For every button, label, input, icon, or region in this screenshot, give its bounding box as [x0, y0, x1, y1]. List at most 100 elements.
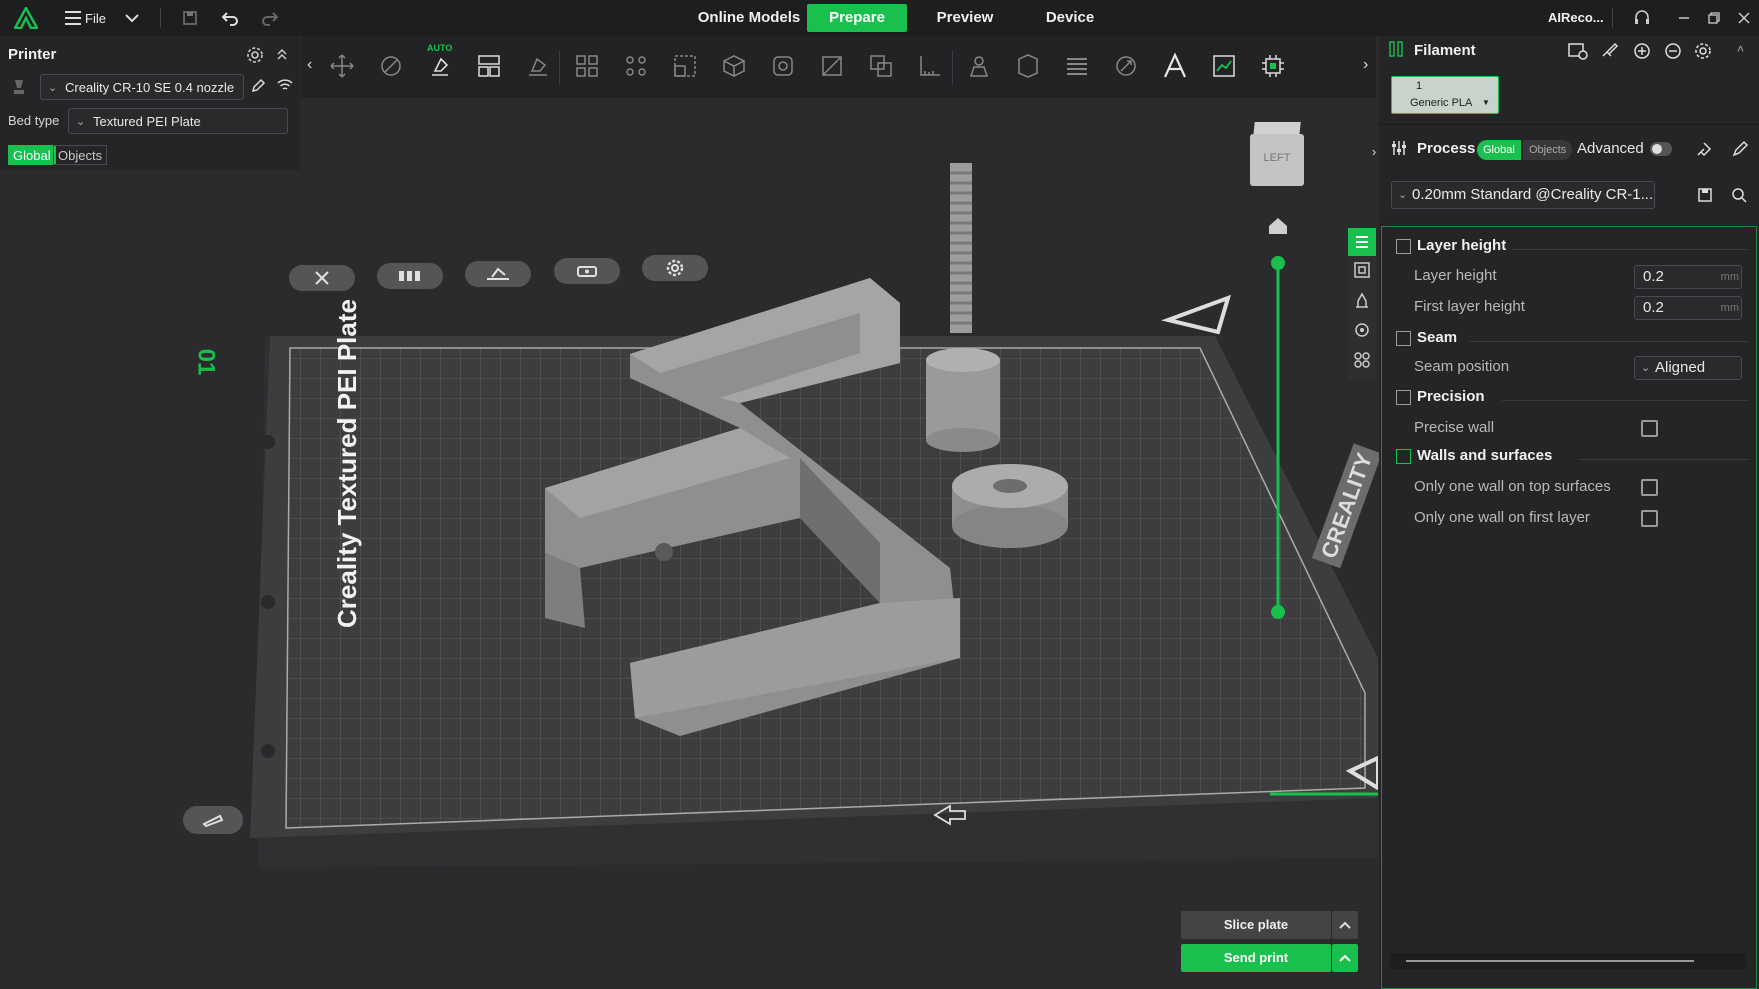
- home-view-icon[interactable]: [1267, 216, 1289, 239]
- slice-all-icon[interactable]: [1256, 49, 1290, 83]
- save-preset-icon[interactable]: [1697, 187, 1713, 206]
- screw-model[interactable]: [926, 163, 1000, 452]
- chevron-down-icon[interactable]: [120, 6, 144, 30]
- slice-options-button[interactable]: [1332, 911, 1358, 939]
- 3d-viewport[interactable]: Creality Textured PEI Plate CREALITY 01 …: [0, 98, 1382, 989]
- toolbar-scroll-right-icon[interactable]: ›: [1363, 56, 1368, 74]
- process-scope-objects[interactable]: Objects: [1523, 140, 1573, 160]
- multi-view-icon[interactable]: [1354, 352, 1370, 371]
- lock-plate-button[interactable]: [554, 258, 620, 284]
- seam-position-select[interactable]: ⌄ Aligned: [1634, 356, 1742, 380]
- tab-preview[interactable]: Preview: [915, 4, 1015, 32]
- delete-plate-button[interactable]: [289, 265, 355, 291]
- horizontal-scrollbar[interactable]: [1390, 953, 1746, 969]
- layer-height-label: Layer height: [1414, 267, 1497, 284]
- tab-prepare[interactable]: Prepare: [807, 4, 907, 32]
- measure-icon[interactable]: [913, 49, 947, 83]
- filament-settings-icon[interactable]: [1694, 42, 1712, 63]
- split-parts-icon[interactable]: [619, 49, 653, 83]
- minimize-icon[interactable]: [1672, 6, 1696, 30]
- creality-triangle-logo: [1161, 294, 1232, 335]
- assembly-icon[interactable]: [1011, 49, 1045, 83]
- chevron-up-icon: [1339, 921, 1351, 929]
- precise-wall-checkbox[interactable]: [1641, 420, 1658, 437]
- one-wall-top-label: Only one wall on top surfaces: [1414, 478, 1611, 495]
- remove-filament-icon[interactable]: [1664, 42, 1682, 63]
- layer-height-input[interactable]: 0.2 mm: [1634, 265, 1742, 289]
- one-wall-top-checkbox[interactable]: [1641, 479, 1658, 496]
- tab-device[interactable]: Device: [1020, 4, 1120, 32]
- split-objects-icon[interactable]: [570, 49, 604, 83]
- first-layer-height-input[interactable]: 0.2 mm: [1634, 296, 1742, 320]
- z-axis-bottom-handle[interactable]: [1271, 605, 1285, 619]
- arrange-icon[interactable]: [472, 49, 506, 83]
- wifi-icon[interactable]: [277, 78, 293, 95]
- plate-icon[interactable]: [1207, 49, 1241, 83]
- orient-plate-button[interactable]: [465, 261, 531, 287]
- seam-section-icon: [1396, 331, 1411, 346]
- search-icon[interactable]: [1731, 187, 1747, 206]
- one-wall-first-checkbox[interactable]: [1641, 510, 1658, 527]
- lay-on-face-icon[interactable]: [521, 49, 555, 83]
- arrange-plate-button[interactable]: [377, 263, 443, 289]
- process-edit-icon[interactable]: [1731, 140, 1749, 161]
- process-preset-select[interactable]: ⌄ 0.20mm Standard @Creality CR-1...: [1391, 181, 1655, 209]
- add-filament-icon[interactable]: [1633, 42, 1651, 63]
- printer-select[interactable]: ⌄ Creality CR-10 SE 0.4 nozzle: [40, 74, 244, 100]
- rotate-icon[interactable]: [374, 49, 408, 83]
- panel-collapse-icon[interactable]: ›: [1367, 136, 1381, 166]
- send-options-button[interactable]: [1332, 944, 1358, 972]
- advanced-toggle[interactable]: [1650, 142, 1672, 156]
- filament-edit-icon[interactable]: [1601, 42, 1619, 63]
- gear-icon[interactable]: [246, 46, 264, 67]
- scrollbar-thumb[interactable]: [1406, 960, 1694, 962]
- washer-model[interactable]: [952, 464, 1068, 548]
- cut-icon[interactable]: [815, 49, 849, 83]
- move-icon[interactable]: [325, 49, 359, 83]
- edit-plate-name-button[interactable]: [183, 806, 243, 834]
- text-icon[interactable]: [1158, 49, 1192, 83]
- auto-orient-icon[interactable]: AUTO: [423, 43, 457, 83]
- edit-icon[interactable]: [250, 78, 266, 97]
- collapse-filament-icon[interactable]: ˄: [1737, 42, 1744, 56]
- process-compare-icon[interactable]: [1695, 140, 1713, 161]
- user-label[interactable]: AIReco...: [1548, 10, 1604, 25]
- headset-icon[interactable]: [1630, 6, 1654, 30]
- boolean-icon[interactable]: [864, 49, 898, 83]
- view-cube[interactable]: LEFT: [1250, 122, 1304, 188]
- close-icon[interactable]: [1732, 6, 1756, 30]
- walls-section-icon: [1396, 449, 1411, 464]
- plate-settings-button[interactable]: [642, 255, 708, 281]
- restore-icon[interactable]: [1702, 6, 1726, 30]
- slice-plate-button[interactable]: Slice plate: [1181, 911, 1331, 939]
- z-axis-top-handle[interactable]: [1271, 256, 1285, 270]
- collapse-icon[interactable]: [276, 46, 288, 65]
- emboss-icon[interactable]: [962, 49, 996, 83]
- scale-icon[interactable]: [668, 49, 702, 83]
- layers-icon[interactable]: [1060, 49, 1094, 83]
- toolbar-scroll-left-icon[interactable]: ‹: [307, 56, 312, 74]
- support-paint-icon[interactable]: [717, 49, 751, 83]
- focus-view-icon[interactable]: [1354, 322, 1370, 341]
- seam-paint-icon[interactable]: [766, 49, 800, 83]
- plate-number[interactable]: 01: [191, 349, 219, 376]
- save-icon[interactable]: [178, 6, 202, 30]
- redo-icon[interactable]: [258, 6, 282, 30]
- precision-section-icon: [1396, 390, 1411, 405]
- filament-slot-1[interactable]: 1 Generic PLA ▼: [1391, 76, 1499, 114]
- first-layer-height-unit: mm: [1720, 302, 1739, 314]
- object-list-icon[interactable]: [1348, 228, 1376, 256]
- tab-online-models[interactable]: Online Models: [694, 4, 804, 32]
- divider: [160, 8, 161, 28]
- divider: [559, 50, 560, 84]
- chevron-up-icon: [1339, 954, 1351, 962]
- filament-sync-icon[interactable]: [1568, 42, 1588, 63]
- process-scope-global[interactable]: Global: [1477, 140, 1521, 160]
- support-view-icon[interactable]: [1354, 292, 1370, 311]
- undo-icon[interactable]: [218, 6, 242, 30]
- process-icon: [1391, 140, 1407, 159]
- send-print-button[interactable]: Send print: [1181, 944, 1331, 972]
- file-menu-button[interactable]: File: [64, 6, 110, 30]
- plate-view-icon[interactable]: [1354, 262, 1370, 281]
- variable-layer-icon[interactable]: [1109, 49, 1143, 83]
